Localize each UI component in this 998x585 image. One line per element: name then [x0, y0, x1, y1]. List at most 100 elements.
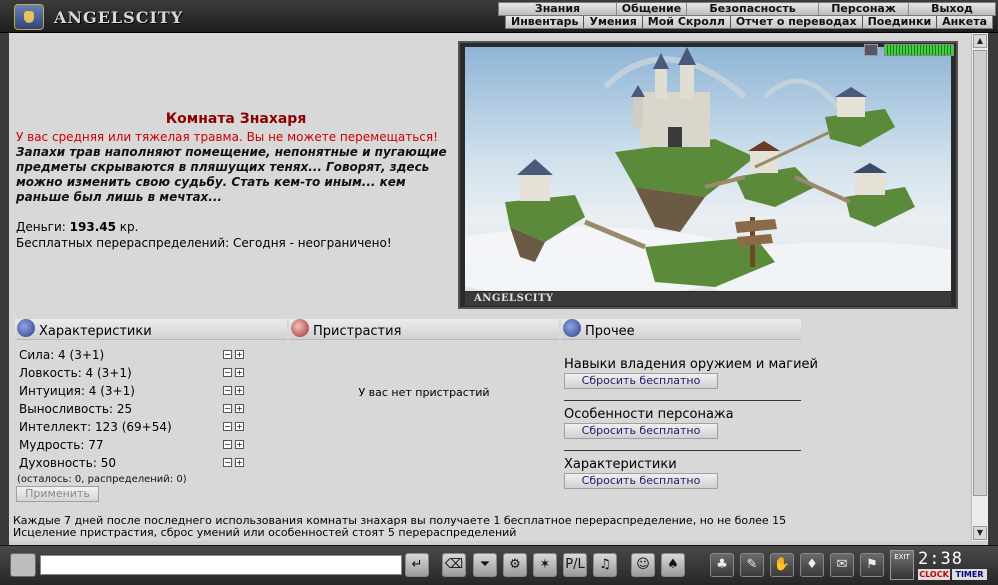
menu-item-communication[interactable]: Общение: [617, 3, 687, 15]
room-description: Запахи трав наполняют помещение, непонят…: [16, 145, 447, 204]
crest-logo-icon[interactable]: [14, 4, 44, 30]
bottom-bar: ↵ ⌫ ⏷ ⚙ ✶ P/L ♫ ☺ ♠ ♣ ✎ ✋ ♦ ✉ ⚑ EXIT 2:3…: [0, 545, 998, 585]
gift-icon[interactable]: ✉: [830, 553, 854, 577]
submenu-item-fights[interactable]: Поединки: [863, 16, 938, 28]
enter-icon[interactable]: ↵: [405, 553, 429, 577]
menu-item-character[interactable]: Персонаж: [819, 3, 909, 15]
plus-icon[interactable]: +: [235, 368, 244, 377]
submenu-item-profile[interactable]: Анкета: [937, 16, 992, 28]
scroll-thumb[interactable]: [973, 50, 987, 496]
free-redistributions: Бесплатных перераспределений: Сегодня - …: [16, 236, 392, 250]
minus-icon[interactable]: −: [223, 422, 232, 431]
minus-icon[interactable]: −: [223, 440, 232, 449]
mask-icon[interactable]: ♠: [661, 553, 685, 577]
health-bar: [884, 44, 954, 56]
sound-icon[interactable]: ♫: [593, 553, 617, 577]
chat-input[interactable]: [40, 555, 402, 575]
addictions-section-header: Пристрастия: [289, 319, 559, 340]
menu-item-knowledge[interactable]: Знания: [499, 3, 617, 15]
frame-right: [988, 33, 998, 545]
top-bar: ANGELSCITY Знания Общение Безопасность П…: [0, 0, 998, 33]
frame-left: [0, 33, 9, 545]
weapon-magic-skills-label: Навыки владения оружием и магией: [564, 357, 819, 372]
submenu-item-my-scroll[interactable]: Мой Скролл: [643, 16, 731, 28]
stat-row-strength: Сила: 4 (3+1) − +: [19, 346, 249, 364]
minus-icon[interactable]: −: [223, 386, 232, 395]
eraser-icon[interactable]: ⌫: [442, 553, 466, 577]
location-picture: ANGELSCITY: [458, 41, 958, 309]
minus-icon[interactable]: −: [223, 404, 232, 413]
settings-icon[interactable]: ⚙: [503, 553, 527, 577]
stat-label: Мудрость: 77: [19, 438, 104, 452]
plus-icon[interactable]: +: [235, 350, 244, 359]
room-info: Комната Знахаря У вас средняя или тяжела…: [16, 111, 456, 251]
divider: [564, 450, 801, 451]
brand-title: ANGELSCITY: [54, 8, 184, 27]
main-menu: Знания Общение Безопасность Персонаж Вых…: [498, 2, 996, 16]
chat-head-icon[interactable]: [10, 553, 36, 577]
plus-icon[interactable]: +: [235, 422, 244, 431]
apply-button[interactable]: Применить: [16, 486, 99, 502]
submenu-item-transfer-report[interactable]: Отчет о переводах: [731, 16, 863, 28]
no-addictions-text: У вас нет пристрастий: [358, 386, 490, 399]
islands-illustration: [465, 47, 951, 291]
submenu-item-skills[interactable]: Умения: [584, 16, 643, 28]
money-value: 193.45: [69, 220, 116, 234]
scroll-down-arrow-icon[interactable]: ▼: [973, 526, 987, 540]
money-line: Деньги: 193.45 кр.: [16, 219, 456, 235]
flag-icon[interactable]: ⚑: [860, 553, 884, 577]
plus-icon[interactable]: +: [235, 440, 244, 449]
reset-characteristics-button[interactable]: Сбросить бесплатно: [564, 473, 718, 489]
hand-icon[interactable]: ✋: [770, 553, 794, 577]
shield-icon[interactable]: ♦: [800, 553, 824, 577]
bag-icon[interactable]: ♣: [710, 553, 734, 577]
other-section-title: Прочее: [585, 324, 635, 339]
stats-list: Сила: 4 (3+1) − + Ловкость: 4 (3+1) − + …: [19, 346, 249, 472]
reset-skills-button[interactable]: Сбросить бесплатно: [564, 373, 718, 389]
clock-tab[interactable]: CLOCK: [918, 569, 950, 580]
addictions-icon: [291, 319, 309, 337]
submenu-item-inventory[interactable]: Инвентарь: [506, 16, 585, 28]
vertical-scrollbar[interactable]: ▲ ▼: [971, 33, 988, 541]
stat-row-endurance: Выносливость: 25 − +: [19, 400, 249, 418]
plus-icon[interactable]: +: [235, 458, 244, 467]
stats-remaining: (осталось: 0, распределений: 0): [17, 474, 187, 485]
scroll-icon[interactable]: ✎: [740, 553, 764, 577]
divider: [564, 400, 801, 401]
menu-item-security[interactable]: Безопасность: [687, 3, 819, 15]
health-bar-fill: [885, 45, 953, 55]
filter-icon[interactable]: ⏷: [473, 553, 497, 577]
minus-icon[interactable]: −: [223, 458, 232, 467]
stat-row-intuition: Интуиция: 4 (3+1) − +: [19, 382, 249, 400]
crossed-swords-icon: [563, 319, 581, 337]
pl-icon[interactable]: P/L: [563, 553, 587, 577]
exit-label: EXIT: [894, 553, 910, 561]
stat-row-spirituality: Духовность: 50 − +: [19, 454, 249, 472]
stat-label: Выносливость: 25: [19, 402, 133, 416]
room-title: Комната Знахаря: [165, 111, 307, 127]
smile-icon[interactable]: ☺: [631, 553, 655, 577]
stat-row-agility: Ловкость: 4 (3+1) − +: [19, 364, 249, 382]
main-content: Комната Знахаря У вас средняя или тяжела…: [9, 33, 971, 541]
exit-button[interactable]: EXIT: [890, 550, 914, 580]
trauma-warning: У вас средняя или тяжелая травма. Вы не …: [16, 130, 438, 144]
fight-icon[interactable]: ✶: [533, 553, 557, 577]
clock-time: 2:38: [918, 549, 963, 569]
menu-item-exit[interactable]: Выход: [909, 3, 995, 15]
timer-tab[interactable]: TIMER: [952, 569, 987, 580]
character-features-label: Особенности персонажа: [564, 407, 734, 422]
plus-icon[interactable]: +: [235, 386, 244, 395]
reset-features-button[interactable]: Сбросить бесплатно: [564, 423, 718, 439]
minus-icon[interactable]: −: [223, 368, 232, 377]
scroll-up-arrow-icon[interactable]: ▲: [973, 34, 987, 48]
stat-row-wisdom: Мудрость: 77 − +: [19, 436, 249, 454]
floating-islands-image: [465, 47, 951, 291]
minus-icon[interactable]: −: [223, 350, 232, 359]
plus-icon[interactable]: +: [235, 404, 244, 413]
stat-label: Интеллект: 123 (69+54): [19, 420, 172, 434]
other-section-header: Прочее: [561, 319, 801, 340]
characteristics-label: Характеристики: [564, 457, 677, 472]
note-line: Исцеление пристрастия, сброс умений или …: [13, 526, 517, 539]
stats-section-header: Характеристики: [15, 319, 287, 340]
picture-toggle-button[interactable]: [864, 44, 878, 56]
